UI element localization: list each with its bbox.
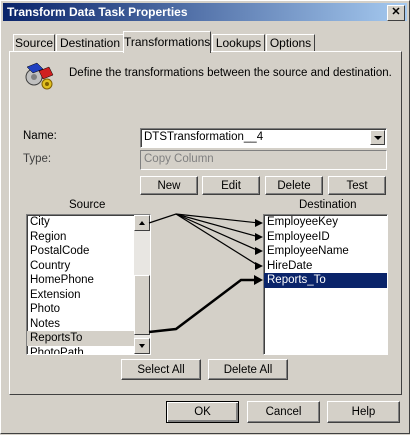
ok-button[interactable]: OK [166, 401, 239, 423]
help-button[interactable]: Help [327, 401, 400, 423]
arrowhead [254, 275, 263, 285]
dialog-window: Transform Data Task Properties ✕ Source … [0, 0, 410, 434]
arrowhead [255, 233, 263, 241]
tab-transformations[interactable]: Transformations [123, 31, 211, 53]
mapping-line-reportsto [148, 278, 259, 334]
mapping-line [175, 213, 260, 252]
cancel-button[interactable]: Cancel [247, 401, 320, 423]
arrowhead [255, 247, 263, 255]
arrowhead [255, 262, 263, 270]
arrowhead [255, 219, 263, 227]
delete-all-button[interactable]: Delete All [208, 359, 288, 380]
select-all-button[interactable]: Select All [121, 359, 201, 380]
mapping-lines [148, 213, 263, 334]
